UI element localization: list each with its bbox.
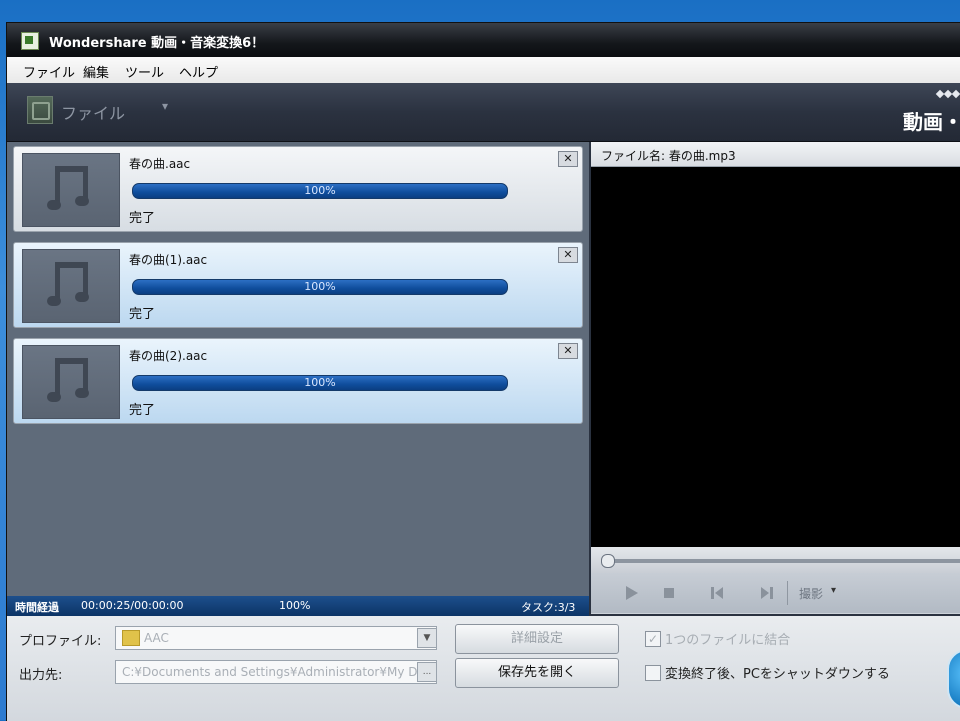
- music-note-icon: [45, 166, 101, 216]
- snapshot-button[interactable]: 撮影: [799, 585, 823, 602]
- progress-text: 100%: [304, 376, 336, 389]
- add-file-button[interactable]: ファイル: [61, 100, 125, 124]
- output-path-value: C:¥Documents and Settings¥Administrator¥…: [122, 665, 425, 679]
- toolbar: ファイル ▾ 動画・: [7, 83, 960, 142]
- settings-panel: プロファイル: AAC ▼ 出力先: C:¥Documents and Sett…: [7, 616, 960, 721]
- chevron-down-icon[interactable]: ▾: [162, 99, 168, 113]
- progress-text: 100%: [304, 184, 336, 197]
- menu-file[interactable]: ファイル: [23, 62, 75, 81]
- preview-panel: ファイル名: 春の曲.mp3 撮影 ▾: [591, 142, 960, 614]
- profile-select[interactable]: AAC: [115, 626, 437, 650]
- brand-label: 動画・: [903, 110, 960, 134]
- next-icon[interactable]: [757, 583, 777, 603]
- music-thumbnail: [22, 345, 120, 419]
- player-controls: 撮影 ▾: [591, 573, 960, 613]
- progress-text: 100%: [304, 280, 336, 293]
- close-icon[interactable]: ✕: [558, 343, 578, 359]
- progress-bar: 100%: [132, 279, 508, 295]
- menu-help[interactable]: ヘルプ: [179, 62, 218, 81]
- shutdown-label: 変換終了後、PCをシャットダウンする: [665, 667, 890, 682]
- task-count: タスク:3/3: [521, 601, 576, 614]
- preview-header: ファイル名: 春の曲.mp3: [591, 142, 960, 167]
- item-status: 完了: [129, 403, 156, 418]
- open-output-folder-button[interactable]: 保存先を開く: [455, 658, 619, 688]
- item-filename: 春の曲(2).aac: [129, 349, 208, 363]
- menu-bar: ファイル 編集 ツール ヘルプ: [7, 57, 960, 84]
- menu-edit[interactable]: 編集: [83, 62, 109, 81]
- browse-button[interactable]: ...: [417, 662, 437, 682]
- list-item[interactable]: 春の曲(2).aac 100% 完了 ✕: [13, 338, 583, 424]
- music-thumbnail: [22, 249, 120, 323]
- play-icon[interactable]: [621, 583, 641, 603]
- list-item[interactable]: 春の曲.aac 100% 完了 ✕: [13, 146, 583, 232]
- add-file-icon[interactable]: [27, 96, 53, 124]
- elapsed-time: 00:00:25/00:00:00: [81, 599, 184, 612]
- close-icon[interactable]: ✕: [558, 247, 578, 263]
- brand-logo-icon: [935, 89, 960, 103]
- previous-icon[interactable]: [707, 583, 727, 603]
- output-path-field[interactable]: C:¥Documents and Settings¥Administrator¥…: [115, 660, 437, 684]
- title-bar: Wondershare 動画・音楽変換6！: [7, 23, 960, 57]
- app-icon: [21, 32, 39, 50]
- item-filename: 春の曲(1).aac: [129, 253, 208, 267]
- progress-bar: 100%: [132, 183, 508, 199]
- seek-bar[interactable]: [591, 547, 960, 573]
- shutdown-checkbox[interactable]: [645, 665, 661, 681]
- total-progress: 100%: [279, 599, 311, 612]
- list-item[interactable]: 春の曲(1).aac 100% 完了 ✕: [13, 242, 583, 328]
- progress-bar: 100%: [132, 375, 508, 391]
- item-filename: 春の曲.aac: [129, 157, 191, 171]
- seek-handle[interactable]: [601, 554, 615, 568]
- chevron-down-icon[interactable]: ▾: [831, 585, 836, 596]
- elapsed-label: 時間経過: [15, 601, 59, 614]
- preview-filename: ファイル名: 春の曲.mp3: [601, 149, 736, 163]
- app-window: Wondershare 動画・音楽変換6！ ファイル 編集 ツール ヘルプ ファ…: [6, 22, 960, 721]
- profile-value: AAC: [144, 631, 169, 645]
- merge-label: 1つのファイルに結合: [665, 633, 791, 648]
- close-icon[interactable]: ✕: [558, 151, 578, 167]
- divider: [787, 581, 788, 605]
- convert-button[interactable]: [947, 649, 960, 709]
- profile-label: プロファイル:: [19, 634, 102, 649]
- merge-checkbox[interactable]: ✓: [645, 631, 661, 647]
- video-preview: [591, 167, 960, 547]
- file-list: 春の曲.aac 100% 完了 ✕ 春の曲(1).aac 100% 完了 ✕ 春…: [7, 142, 589, 614]
- item-status: 完了: [129, 307, 156, 322]
- music-note-icon: [45, 358, 101, 408]
- detail-settings-button[interactable]: 詳細設定: [455, 624, 619, 654]
- item-status: 完了: [129, 211, 156, 226]
- seek-track[interactable]: [603, 559, 960, 563]
- menu-tools[interactable]: ツール: [125, 62, 164, 81]
- music-file-icon: [122, 630, 140, 646]
- music-note-icon: [45, 262, 101, 312]
- window-title: Wondershare 動画・音楽変換6！: [49, 36, 265, 51]
- output-label: 出力先:: [19, 668, 63, 683]
- status-bar: 時間経過 00:00:25/00:00:00 100% タスク:3/3: [7, 596, 589, 616]
- chevron-down-icon[interactable]: ▼: [417, 628, 437, 648]
- music-thumbnail: [22, 153, 120, 227]
- stop-icon[interactable]: [659, 583, 679, 603]
